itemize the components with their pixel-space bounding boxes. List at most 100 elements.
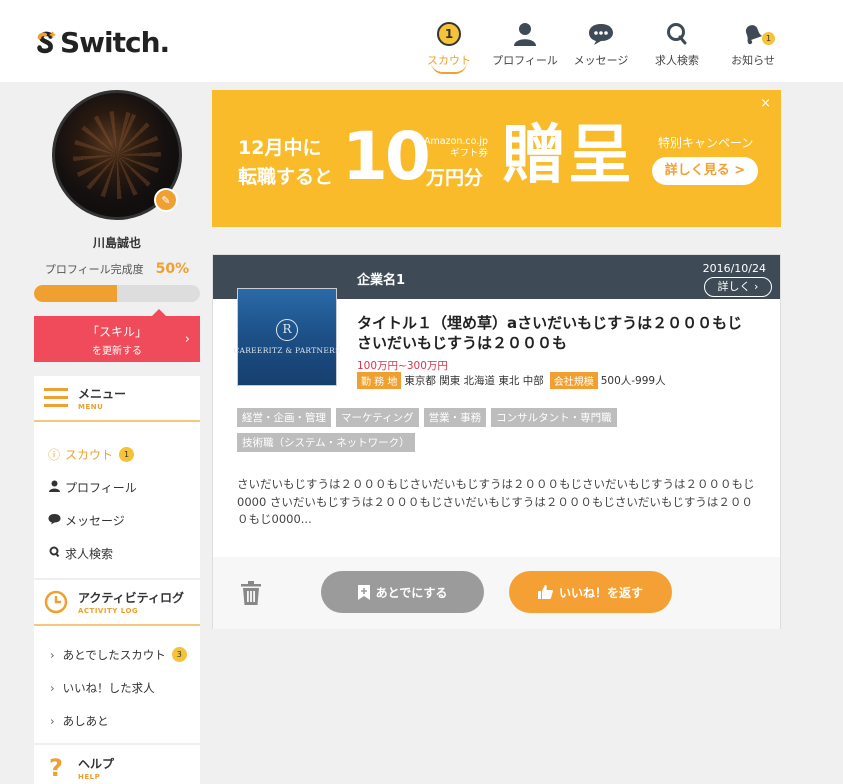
help-title: ヘルプ: [78, 757, 115, 771]
menu-item-profile[interactable]: プロフィール: [46, 471, 200, 504]
activity-item-footprints-label: あしあと: [62, 713, 109, 728]
activity-panel: アクティビティログ ACTIVITY LOG › あとでしたスカウト 3 › い…: [34, 580, 200, 743]
menu-item-message[interactable]: メッセージ: [46, 504, 200, 537]
job-title[interactable]: タイトル１（埋め草）aさいだいもじすうは２０００もじさいだいもじすうは２０００も: [357, 313, 755, 353]
scout-count-badge: 1: [119, 447, 135, 462]
hamburger-menu-icon: [44, 388, 68, 407]
banner-line2: 転職すると: [238, 166, 334, 188]
activity-title: アクティビティログ: [78, 591, 184, 605]
banner-more-button[interactable]: 詳しく見る >: [652, 157, 758, 185]
avatar-wrap: ✎: [52, 90, 182, 220]
job-description: さいだいもじすうは２０００もじさいだいもじすうは２０００もじさいだいもじすうは２…: [237, 477, 755, 526]
nav-job-search[interactable]: 求人検索: [639, 20, 715, 68]
location-value: 東京都 関東 北海道 東北 中部: [404, 375, 544, 387]
help-panel[interactable]: ? ヘルプ HELP: [34, 745, 200, 784]
menu-item-message-label: メッセージ: [65, 514, 125, 528]
activity-item-footprints[interactable]: › あしあと: [50, 704, 200, 737]
help-title-en: HELP: [78, 773, 101, 781]
nav-job-search-label: 求人検索: [655, 54, 699, 67]
scout-badge-icon: 1: [437, 22, 461, 46]
trash-icon[interactable]: [241, 581, 261, 605]
scout-circle-icon: ⓘ: [47, 448, 60, 462]
activity-item-liked-jobs[interactable]: › いいね！した求人: [50, 671, 200, 704]
banner-close-icon[interactable]: ×: [760, 96, 771, 111]
bell-icon: [745, 25, 763, 45]
skill-button-subtitle: を更新する: [92, 346, 142, 357]
update-skill-button[interactable]: 「スキル」 を更新する ›: [34, 309, 200, 362]
banner-big-number: 10: [342, 118, 431, 195]
company-name: 企業名1: [357, 273, 406, 288]
clock-icon: [44, 590, 68, 614]
completion-progress-fill: [34, 285, 117, 302]
category-tag: 技術職（システム・ネットワーク）: [237, 433, 415, 452]
avatar-edit-pencil-icon[interactable]: ✎: [154, 188, 178, 212]
menu-panel: メニュー MENU ⓘ スカウト 1 プロフィール メッセージ 求人検索: [34, 376, 200, 578]
campaign-banner[interactable]: × 12月中に 転職すると 10 Amazon.co.jp ギフト券 万円分 贈…: [212, 90, 781, 227]
category-tag: 経営・企画・管理: [237, 408, 331, 427]
person-icon: [46, 480, 62, 495]
menu-item-profile-label: プロフィール: [65, 481, 137, 495]
thumbs-up-icon: [537, 585, 553, 599]
completion-progress-bar: [34, 285, 200, 302]
activity-item-later-scout[interactable]: › あとでしたスカウト 3: [50, 638, 200, 671]
job-meta: 勤 務 地 東京都 関東 北海道 東北 中部 会社規模 500人-999人: [357, 372, 672, 389]
company-size-value: 500人-999人: [600, 375, 666, 387]
company-monogram-icon: R: [276, 319, 298, 341]
category-tag: マーケティング: [336, 408, 419, 427]
menu-title: メニュー: [78, 387, 127, 401]
nav-scout[interactable]: 1 スカウト: [411, 20, 487, 74]
main-nav: 1 スカウト プロフィール メッセージ 求人検索 1 お知らせ: [411, 20, 791, 74]
chat-icon: [46, 513, 62, 528]
category-tag: コンサルタント・専門職: [491, 408, 617, 427]
profile-completion: プロフィール完成度 50%: [34, 261, 200, 277]
job-detail-button[interactable]: 詳しく ›: [704, 277, 772, 297]
nav-message-label: メッセージ: [573, 54, 629, 67]
banner-amazon-line1: Amazon.co.jp: [424, 136, 488, 147]
menu-item-scout[interactable]: ⓘ スカウト 1: [46, 438, 200, 471]
top-header: Switch. 1 スカウト プロフィール メッセージ 求人検索 1 お知らせ: [0, 0, 843, 82]
chevron-right-icon: ›: [50, 713, 55, 728]
job-card-actions: あとでにする いいね！を返す: [213, 557, 780, 629]
activity-item-liked-jobs-label: いいね！した求人: [62, 680, 155, 695]
banner-line1: 12月中に: [238, 137, 322, 159]
notice-badge: 1: [762, 32, 775, 45]
menu-item-job-search[interactable]: 求人検索: [46, 537, 200, 570]
later-scout-count-badge: 3: [171, 647, 187, 662]
job-date: 2016/10/24: [702, 262, 766, 275]
activity-title-en: ACTIVITY LOG: [78, 607, 139, 615]
banner-amazon-line2: ギフト券: [449, 148, 488, 159]
menu-item-job-search-label: 求人検索: [65, 547, 114, 561]
category-tag: 営業・事務: [423, 408, 487, 427]
completion-label: プロフィール完成度: [44, 263, 144, 276]
chevron-right-icon: ›: [754, 280, 759, 293]
nav-scout-label: スカウト: [427, 54, 471, 67]
nav-profile-label: プロフィール: [492, 54, 558, 67]
question-mark-icon: ?: [49, 754, 63, 782]
person-icon: [514, 23, 536, 46]
chat-icon: [589, 24, 613, 45]
banner-amazon-text: Amazon.co.jp ギフト券: [422, 136, 488, 160]
logo-text: Switch.: [60, 26, 170, 59]
user-name: 川島誠也: [92, 236, 141, 250]
activity-item-later-scout-label: あとでしたスカウト: [62, 647, 166, 662]
search-icon: [667, 23, 687, 45]
nav-profile[interactable]: プロフィール: [487, 20, 563, 68]
company-logo-text: CAREERITZ & PARTNERS: [233, 346, 341, 355]
job-salary: 100万円~300万円: [357, 360, 448, 372]
like-back-button[interactable]: いいね！を返す: [509, 571, 672, 613]
company-size-tag: 会社規模: [549, 372, 598, 389]
later-button[interactable]: あとでにする: [321, 571, 484, 613]
job-category-tags: 経営・企画・管理 マーケティング 営業・事務 コンサルタント・専門職 技術職（シ…: [237, 408, 637, 452]
later-button-label: あとでにする: [375, 585, 448, 600]
banner-unit: 万円分: [426, 167, 484, 189]
menu-list: ⓘ スカウト 1 プロフィール メッセージ 求人検索: [34, 422, 200, 578]
scout-job-card: 企業名1 2016/10/24 詳しく › R CAREERITZ & PART…: [212, 254, 781, 629]
nav-message[interactable]: メッセージ: [563, 20, 639, 68]
switch-logo[interactable]: Switch.: [34, 26, 170, 59]
nav-notice[interactable]: 1 お知らせ: [715, 20, 791, 68]
bookmark-plus-icon: [357, 584, 370, 600]
banner-campaign-label: 特別キャンペーン: [658, 136, 754, 150]
activity-list: › あとでしたスカウト 3 › いいね！した求人 › あしあと: [34, 626, 200, 743]
activity-header: アクティビティログ ACTIVITY LOG: [34, 580, 200, 626]
location-tag: 勤 務 地: [357, 372, 402, 389]
